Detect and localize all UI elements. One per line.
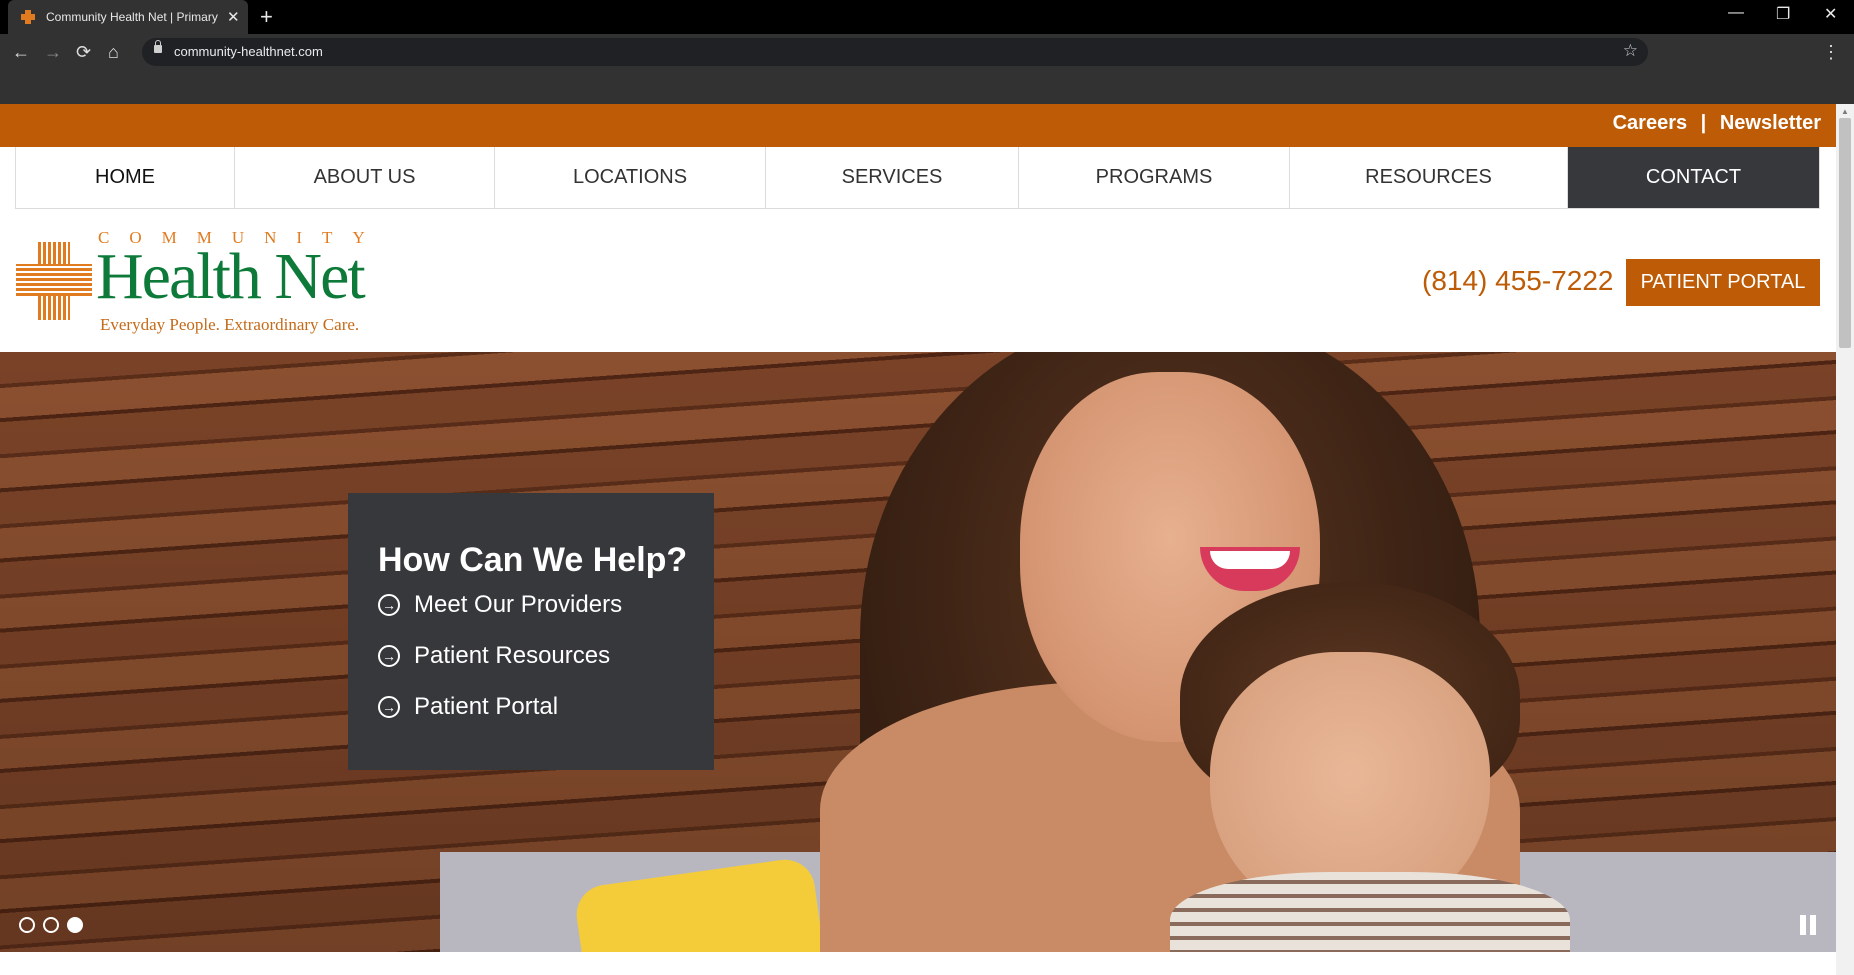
nav-item-resources[interactable]: RESOURCES [1290,147,1568,208]
arrow-circle-icon: → [378,645,400,667]
help-heading: How Can We Help? [378,541,688,579]
hero-photo-boy-shirt [1170,872,1570,952]
newsletter-link[interactable]: Newsletter [1720,112,1821,134]
forward-icon[interactable]: → [44,42,62,63]
reload-icon[interactable]: ⟳ [76,42,91,63]
window-close-icon[interactable]: ✕ [1824,4,1837,24]
link-label: Meet Our Providers [414,591,623,618]
nav-item-home[interactable]: HOME [16,147,235,208]
nav-item-locations[interactable]: LOCATIONS [495,147,766,208]
restore-icon[interactable]: ❐ [1776,4,1790,24]
logo-brand-text: Health Net [96,240,366,313]
cross-logo-icon [16,242,92,320]
slide-dot-1[interactable] [19,917,35,933]
nav-item-contact[interactable]: CONTACT [1568,147,1819,208]
nav-item-about-us[interactable]: ABOUT US [235,147,495,208]
browser-menu-icon[interactable]: ⋮ [1822,42,1840,63]
nav-item-programs[interactable]: PROGRAMS [1019,147,1290,208]
site-logo[interactable]: COMMUNITY Health Net Everyday People. Ex… [16,228,386,338]
minimize-icon[interactable]: — [1728,4,1744,22]
patient-portal-button[interactable]: PATIENT PORTAL [1626,259,1820,306]
back-icon[interactable]: ← [12,42,30,63]
home-icon[interactable]: ⌂ [108,42,119,63]
lock-icon [154,40,162,53]
slide-dot-3[interactable] [67,917,83,933]
slide-indicators [19,917,91,933]
arrow-circle-icon: → [378,594,400,616]
logo-tagline: Everyday People. Extraordinary Care. [100,315,360,334]
patient-portal-link[interactable]: → Patient Portal [378,693,558,721]
hero-slider [0,352,1836,952]
link-label: Patient Portal [414,693,559,720]
url-text[interactable]: community-healthnet.com [174,44,323,59]
careers-link[interactable]: Careers [1613,112,1688,134]
browser-tab[interactable]: Community Health Net | Primary ✕ [8,0,248,34]
tab-title: Community Health Net | Primary [46,10,218,24]
browser-tab-strip: Community Health Net | Primary ✕ + — ❐ ✕ [0,0,1854,34]
site-favicon-icon [20,9,36,25]
slide-dot-2[interactable] [43,917,59,933]
help-panel: How Can We Help? → Meet Our Providers → … [348,493,714,770]
link-label: Patient Resources [414,642,611,669]
bookmark-star-icon[interactable]: ☆ [1623,41,1638,61]
browser-toolbar: ← → ⟳ ⌂ community-healthnet.com ☆ ⋮ [0,34,1854,104]
page-scrollbar[interactable]: ▲ [1836,104,1854,975]
utility-bar: Careers | Newsletter [0,104,1836,147]
tab-close-icon[interactable]: ✕ [227,8,240,26]
meet-providers-link[interactable]: → Meet Our Providers [378,591,622,619]
arrow-circle-icon: → [378,696,400,718]
main-nav: HOME ABOUT US LOCATIONS SERVICES PROGRAM… [15,147,1820,209]
patient-resources-link[interactable]: → Patient Resources [378,642,610,670]
pause-icon[interactable] [1798,915,1818,935]
new-tab-button[interactable]: + [260,4,273,30]
scroll-up-icon[interactable]: ▲ [1841,107,1849,116]
phone-number[interactable]: (814) 455-7222 [1422,265,1613,297]
scrollbar-thumb[interactable] [1839,118,1851,348]
address-bar[interactable]: community-healthnet.com ☆ [142,38,1648,66]
utility-separator: | [1700,112,1707,134]
nav-item-services[interactable]: SERVICES [766,147,1019,208]
